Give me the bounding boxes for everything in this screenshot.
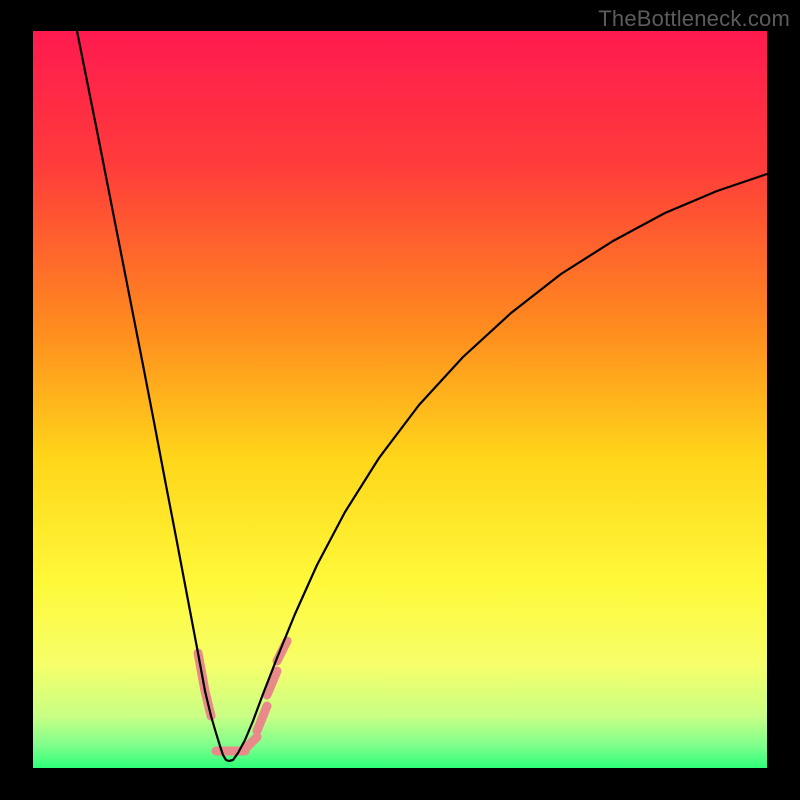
watermark-text: TheBottleneck.com: [598, 6, 790, 32]
highlight-marker: [245, 737, 257, 749]
highlight-markers: [198, 641, 287, 751]
chart-frame: TheBottleneck.com: [0, 0, 800, 800]
plot-svg: [33, 31, 767, 768]
plot-area: [33, 31, 767, 768]
highlight-marker: [257, 706, 267, 731]
highlight-marker: [267, 671, 277, 695]
main-v-curve: [77, 31, 767, 761]
